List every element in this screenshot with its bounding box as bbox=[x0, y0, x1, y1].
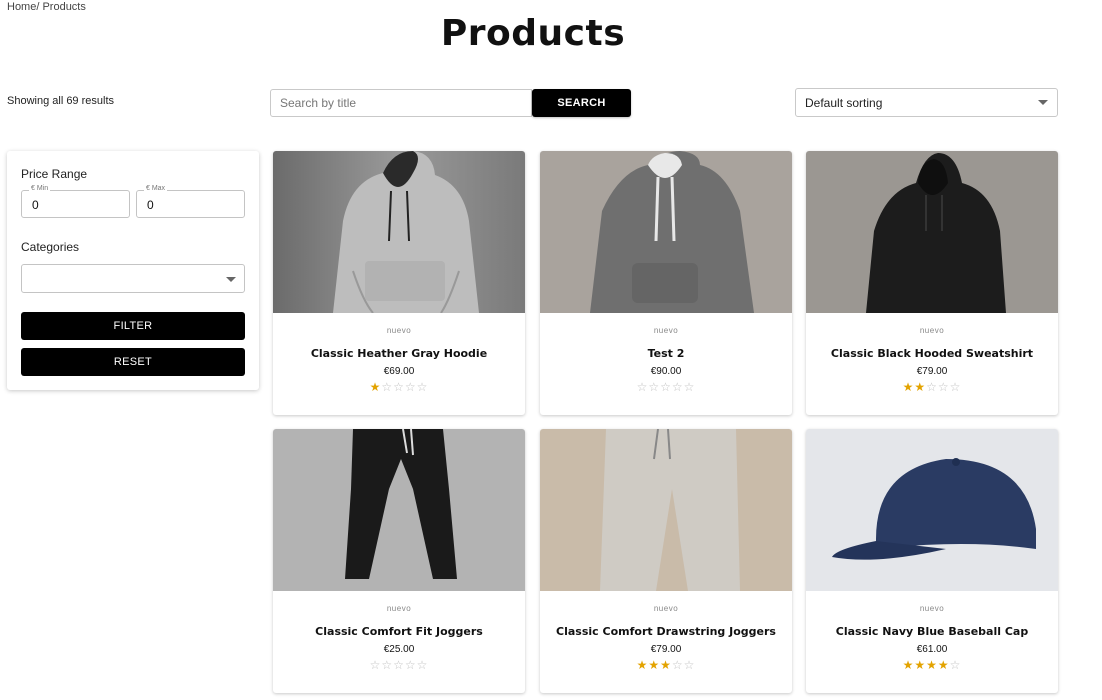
star-filled-icon: ★ bbox=[926, 658, 938, 672]
star-empty-icon: ☆ bbox=[671, 658, 684, 672]
price-range-label: Price Range bbox=[21, 167, 88, 181]
search-button[interactable]: SEARCH bbox=[532, 89, 631, 117]
product-image-test-hoodie[interactable] bbox=[540, 151, 792, 313]
product-tag: nuevo bbox=[919, 326, 945, 335]
rating-stars: ☆☆☆☆☆ bbox=[273, 658, 525, 672]
star-filled-icon: ★ bbox=[369, 380, 382, 394]
product-title[interactable]: Classic Comfort Fit Joggers bbox=[273, 625, 525, 638]
product-tag: nuevo bbox=[653, 326, 679, 335]
star-filled-icon: ★ bbox=[648, 658, 661, 672]
chevron-down-icon bbox=[1038, 100, 1048, 105]
star-empty-icon: ☆ bbox=[404, 658, 417, 672]
star-empty-icon: ☆ bbox=[636, 380, 649, 394]
star-filled-icon: ★ bbox=[914, 380, 927, 394]
product-title[interactable]: Classic Heather Gray Hoodie bbox=[273, 347, 525, 360]
results-count: Showing all 69 results bbox=[7, 95, 115, 107]
star-empty-icon: ☆ bbox=[683, 658, 696, 672]
price-min-field[interactable]: € Min 0 bbox=[21, 185, 130, 218]
star-filled-icon: ★ bbox=[914, 658, 927, 672]
search-input[interactable] bbox=[270, 89, 532, 117]
star-empty-icon: ☆ bbox=[393, 380, 405, 394]
categories-label: Categories bbox=[21, 240, 80, 254]
page-title: Products bbox=[440, 13, 626, 54]
price-min-legend: € Min bbox=[29, 185, 51, 192]
product-price: €79.00 bbox=[916, 366, 948, 377]
star-empty-icon: ☆ bbox=[404, 380, 417, 394]
star-empty-icon: ☆ bbox=[381, 380, 394, 394]
product-tag: nuevo bbox=[386, 326, 412, 335]
breadcrumb[interactable]: Home/ Products bbox=[7, 1, 86, 13]
reset-button[interactable]: RESET bbox=[21, 348, 245, 376]
star-empty-icon: ☆ bbox=[683, 380, 696, 394]
star-filled-icon: ★ bbox=[902, 658, 915, 672]
price-max-value: 0 bbox=[147, 198, 154, 212]
star-empty-icon: ☆ bbox=[369, 658, 382, 672]
product-card[interactable]: nuevo Classic Heather Gray Hoodie €69.00… bbox=[273, 151, 525, 415]
product-tag: nuevo bbox=[919, 604, 945, 613]
product-card[interactable]: nuevo Classic Navy Blue Baseball Cap €61… bbox=[806, 429, 1058, 693]
rating-stars: ★★★☆☆ bbox=[540, 658, 792, 672]
product-title[interactable]: Classic Navy Blue Baseball Cap bbox=[806, 625, 1058, 638]
filter-panel: Price Range € Min 0 € Max 0 Categories F… bbox=[7, 151, 259, 390]
product-card[interactable]: nuevo Classic Black Hooded Sweatshirt €7… bbox=[806, 151, 1058, 415]
product-title[interactable]: Classic Comfort Drawstring Joggers bbox=[540, 625, 792, 638]
product-card[interactable]: nuevo Classic Comfort Drawstring Joggers… bbox=[540, 429, 792, 693]
star-empty-icon: ☆ bbox=[671, 380, 684, 394]
product-image-gray-hoodie[interactable] bbox=[273, 151, 525, 313]
star-empty-icon: ☆ bbox=[949, 658, 962, 672]
star-filled-icon: ★ bbox=[902, 380, 915, 394]
product-card[interactable]: nuevo Test 2 €90.00 ☆☆☆☆☆ bbox=[540, 151, 792, 415]
star-empty-icon: ☆ bbox=[949, 380, 962, 394]
product-price: €90.00 bbox=[650, 366, 682, 377]
categories-select[interactable] bbox=[21, 264, 245, 293]
rating-stars: ★☆☆☆☆ bbox=[273, 380, 525, 394]
search-bar: SEARCH bbox=[270, 89, 631, 117]
star-empty-icon: ☆ bbox=[416, 658, 429, 672]
star-empty-icon: ☆ bbox=[648, 380, 661, 394]
product-price: €25.00 bbox=[383, 644, 415, 655]
star-empty-icon: ☆ bbox=[381, 658, 394, 672]
rating-stars: ☆☆☆☆☆ bbox=[540, 380, 792, 394]
star-filled-icon: ★ bbox=[660, 658, 672, 672]
product-image-baseball-cap[interactable] bbox=[806, 429, 1058, 591]
star-empty-icon: ☆ bbox=[660, 380, 672, 394]
price-max-field[interactable]: € Max 0 bbox=[136, 185, 245, 218]
sort-selected-value: Default sorting bbox=[805, 95, 883, 110]
product-tag: nuevo bbox=[653, 604, 679, 613]
star-empty-icon: ☆ bbox=[926, 380, 938, 394]
product-title[interactable]: Classic Black Hooded Sweatshirt bbox=[806, 347, 1058, 360]
sort-select[interactable]: Default sorting bbox=[795, 88, 1058, 117]
product-price: €79.00 bbox=[650, 644, 682, 655]
product-price: €69.00 bbox=[383, 366, 415, 377]
filter-button[interactable]: FILTER bbox=[21, 312, 245, 340]
star-filled-icon: ★ bbox=[636, 658, 649, 672]
product-image-black-sweatshirt[interactable] bbox=[806, 151, 1058, 313]
price-min-value: 0 bbox=[32, 198, 39, 212]
product-tag: nuevo bbox=[386, 604, 412, 613]
product-title[interactable]: Test 2 bbox=[540, 347, 792, 360]
star-empty-icon: ☆ bbox=[937, 380, 950, 394]
product-price: €61.00 bbox=[916, 644, 948, 655]
product-image-joggers[interactable] bbox=[273, 429, 525, 591]
rating-stars: ★★☆☆☆ bbox=[806, 380, 1058, 394]
product-card[interactable]: nuevo Classic Comfort Fit Joggers €25.00… bbox=[273, 429, 525, 693]
star-empty-icon: ☆ bbox=[416, 380, 429, 394]
price-max-legend: € Max bbox=[144, 185, 168, 192]
product-image-drawstring-joggers[interactable] bbox=[540, 429, 792, 591]
rating-stars: ★★★★☆ bbox=[806, 658, 1058, 672]
star-filled-icon: ★ bbox=[937, 658, 950, 672]
star-empty-icon: ☆ bbox=[393, 658, 405, 672]
chevron-down-icon bbox=[226, 277, 236, 282]
